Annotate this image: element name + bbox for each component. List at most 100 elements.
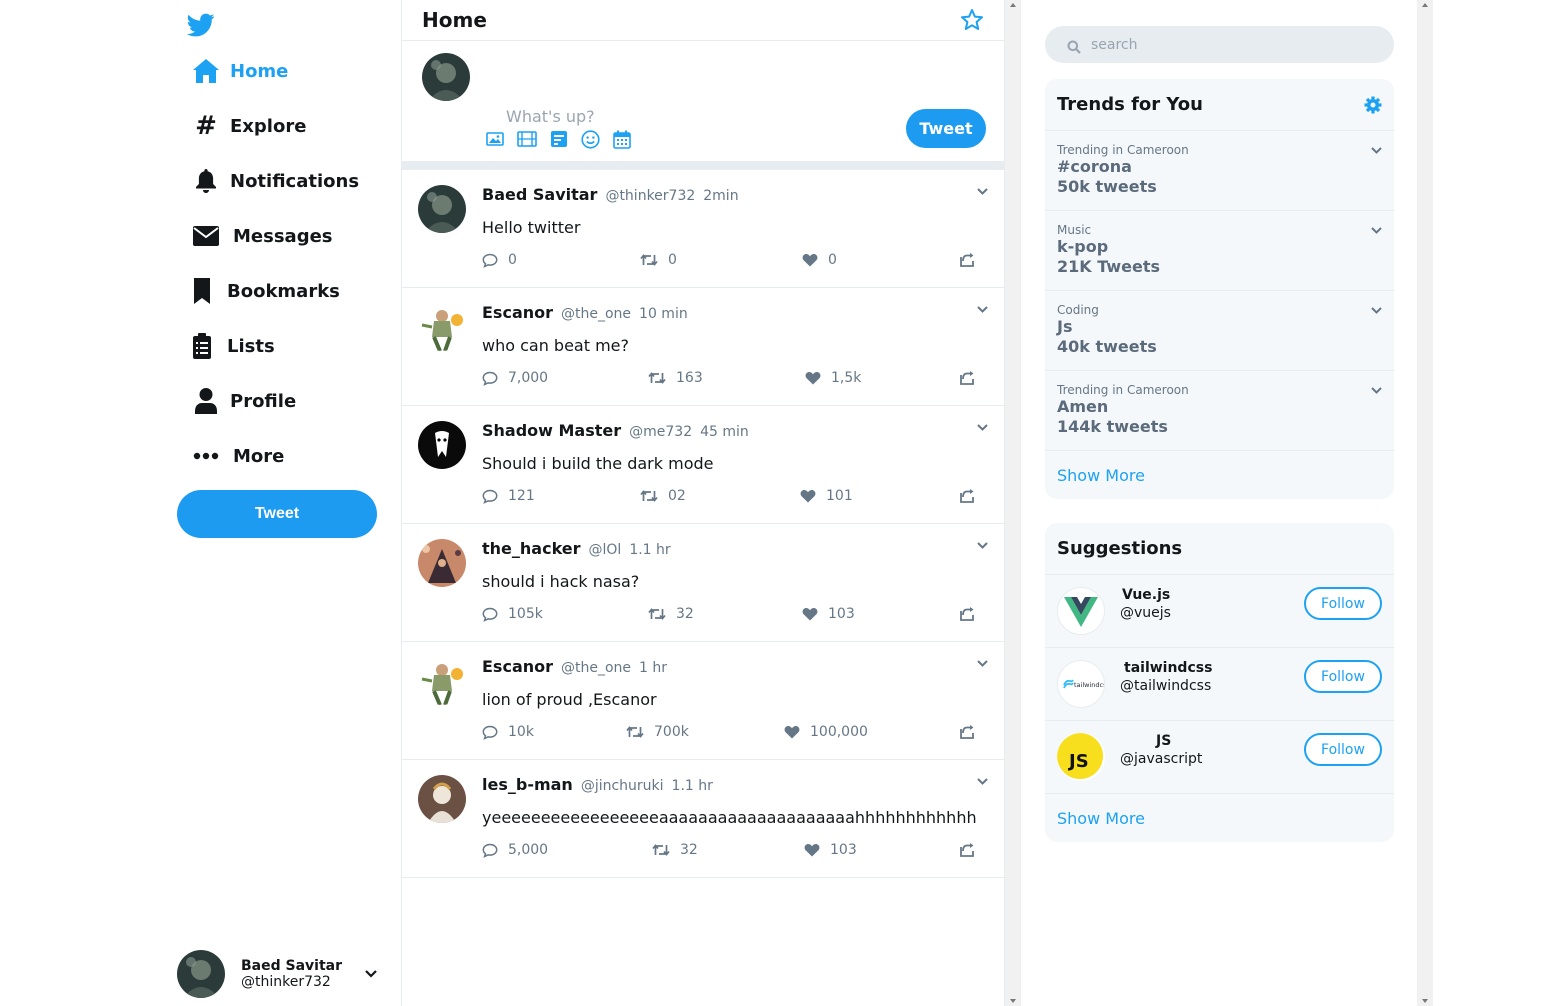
avatar[interactable] (418, 421, 466, 469)
follow-button[interactable]: Follow (1304, 733, 1382, 766)
nav-item-bookmarks[interactable]: Bookmarks (192, 271, 340, 311)
suggestion-name[interactable]: tailwindcss (1124, 660, 1212, 676)
page-scrollbar[interactable] (1417, 0, 1433, 1006)
nav-item-messages[interactable]: Messages (192, 216, 333, 256)
chevron-down-icon[interactable] (1371, 387, 1382, 394)
star-icon[interactable] (960, 8, 984, 32)
share-icon[interactable] (959, 606, 976, 621)
nav-item-home[interactable]: Home (192, 51, 288, 91)
tweet-item[interactable]: les_b-man @jinchuruki 1.1 hr yeeeeeeeeee… (402, 760, 1004, 878)
tweet-item[interactable]: Escanor @the_one 1 hr lion of proud ,Esc… (402, 642, 1004, 760)
share-icon[interactable] (959, 252, 976, 267)
retweet-button[interactable]: 32 (652, 842, 698, 858)
avatar[interactable]: JS (1057, 733, 1105, 781)
twitter-logo-icon[interactable] (186, 11, 216, 39)
like-count: 103 (830, 842, 857, 858)
nav-item-lists[interactable]: Lists (192, 326, 275, 366)
scroll-down-arrow[interactable] (1422, 999, 1428, 1003)
chevron-down-icon[interactable] (1371, 147, 1382, 154)
chevron-down-icon[interactable] (365, 970, 377, 978)
retweet-button[interactable]: 0 (640, 252, 677, 268)
avatar[interactable] (418, 657, 466, 705)
tweet-author-name[interactable]: the_hacker (482, 539, 581, 558)
avatar[interactable] (418, 303, 466, 351)
trends-show-more-link[interactable]: Show More (1045, 451, 1394, 499)
scroll-down-arrow[interactable] (1010, 999, 1016, 1003)
reply-button[interactable]: 5,000 (482, 842, 548, 858)
avatar[interactable] (418, 185, 466, 233)
account-switcher[interactable]: Baed Savitar @thinker732 (177, 950, 387, 998)
retweet-button[interactable]: 700k (626, 724, 689, 740)
tweet-author-name[interactable]: Baed Savitar (482, 185, 597, 204)
trend-item[interactable]: Music k-pop 21K Tweets (1045, 211, 1394, 291)
suggestion-item[interactable]: JS JS @javascript Follow (1045, 721, 1394, 794)
follow-button[interactable]: Follow (1304, 587, 1382, 620)
chevron-down-icon[interactable] (977, 188, 988, 195)
avatar[interactable]: tailwindcss (1057, 660, 1105, 708)
suggestion-name[interactable]: Vue.js (1122, 587, 1170, 603)
emoji-icon[interactable] (581, 130, 600, 149)
compose-input[interactable]: What's up? (506, 107, 595, 126)
trend-item[interactable]: Trending in Cameroon #corona 50k tweets (1045, 131, 1394, 211)
search-input[interactable]: search (1091, 37, 1138, 53)
like-button[interactable]: 100,000 (784, 724, 868, 740)
nav-item-explore[interactable]: # Explore (192, 106, 306, 146)
reply-button[interactable]: 0 (482, 252, 517, 268)
reply-button[interactable]: 105k (482, 606, 543, 622)
like-button[interactable]: 103 (804, 842, 857, 858)
suggestion-name[interactable]: JS (1156, 733, 1171, 749)
reply-button[interactable]: 121 (482, 488, 535, 504)
tweet-item[interactable]: the_hacker @lOl 1.1 hr should i hack nas… (402, 524, 1004, 642)
sidebar-tweet-button[interactable]: Tweet (177, 490, 377, 538)
image-icon[interactable] (486, 130, 504, 148)
scroll-up-arrow[interactable] (1422, 3, 1428, 7)
avatar[interactable] (418, 775, 466, 823)
suggestion-item[interactable]: tailwindcss tailwindcss @tailwindcss Fol… (1045, 648, 1394, 721)
like-button[interactable]: 101 (800, 488, 853, 504)
tweet-author-name[interactable]: Shadow Master (482, 421, 621, 440)
chevron-down-icon[interactable] (1371, 227, 1382, 234)
reply-button[interactable]: 10k (482, 724, 534, 740)
feed-scrollbar[interactable] (1005, 0, 1021, 1006)
scroll-up-arrow[interactable] (1010, 3, 1016, 7)
trend-item[interactable]: Coding Js 40k tweets (1045, 291, 1394, 371)
search-bar[interactable]: search (1045, 26, 1394, 63)
nav-item-more[interactable]: More (192, 436, 284, 476)
film-icon[interactable] (517, 130, 537, 148)
like-button[interactable]: 1,5k (805, 370, 861, 386)
avatar[interactable] (418, 539, 466, 587)
tweet-item[interactable]: Escanor @the_one 10 min who can beat me?… (402, 288, 1004, 406)
suggestion-item[interactable]: Vue.js @vuejs Follow (1045, 575, 1394, 648)
chevron-down-icon[interactable] (977, 424, 988, 431)
retweet-button[interactable]: 163 (648, 370, 703, 386)
retweet-button[interactable]: 32 (648, 606, 694, 622)
share-icon[interactable] (959, 370, 976, 385)
share-icon[interactable] (959, 724, 976, 739)
retweet-button[interactable]: 02 (640, 488, 686, 504)
tweet-item[interactable]: Baed Savitar @thinker732 2min Hello twit… (402, 170, 1004, 288)
poll-icon[interactable] (550, 130, 568, 148)
chevron-down-icon[interactable] (977, 660, 988, 667)
chevron-down-icon[interactable] (977, 306, 988, 313)
tweet-item[interactable]: Shadow Master @me732 45 min Should i bui… (402, 406, 1004, 524)
chevron-down-icon[interactable] (1371, 307, 1382, 314)
like-button[interactable]: 103 (802, 606, 855, 622)
nav-item-notifications[interactable]: Notifications (192, 161, 359, 201)
tweet-author-name[interactable]: Escanor (482, 657, 553, 676)
trend-item[interactable]: Trending in Cameroon Amen 144k tweets (1045, 371, 1394, 451)
chevron-down-icon[interactable] (977, 778, 988, 785)
like-button[interactable]: 0 (802, 252, 837, 268)
tweet-author-name[interactable]: Escanor (482, 303, 553, 322)
follow-button[interactable]: Follow (1304, 660, 1382, 693)
nav-item-profile[interactable]: Profile (192, 381, 296, 421)
chevron-down-icon[interactable] (977, 542, 988, 549)
reply-button[interactable]: 7,000 (482, 370, 548, 386)
tweet-author-name[interactable]: les_b-man (482, 775, 573, 794)
share-icon[interactable] (959, 488, 976, 503)
calendar-icon[interactable] (613, 130, 631, 149)
gear-icon[interactable] (1364, 96, 1382, 114)
share-icon[interactable] (959, 842, 976, 857)
compose-tweet-button[interactable]: Tweet (906, 109, 986, 148)
suggestions-show-more-link[interactable]: Show More (1045, 794, 1394, 842)
avatar[interactable] (1057, 587, 1105, 635)
